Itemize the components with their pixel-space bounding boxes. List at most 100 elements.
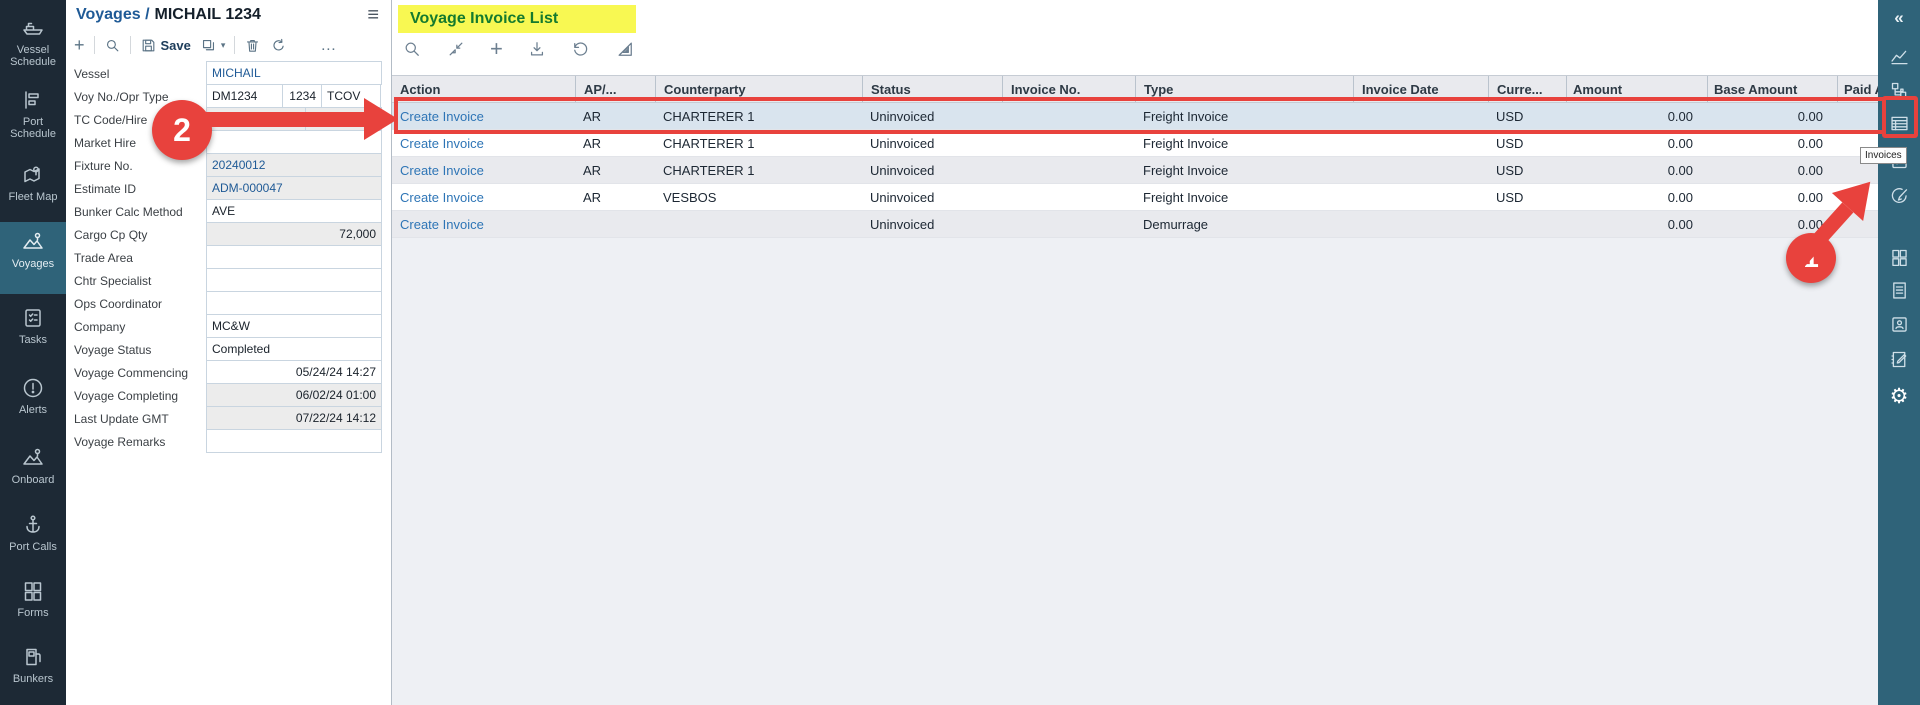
app-window: Vessel Schedule Port Schedule Fleet Map …	[0, 0, 1920, 705]
invoice-row-2[interactable]: Create Invoice AR CHARTERER 1 Uninvoiced…	[392, 130, 1878, 157]
arrow-shaft	[196, 112, 364, 127]
undo-icon[interactable]	[571, 39, 591, 59]
sidebar-item-port-calls[interactable]: Port Calls	[0, 505, 66, 553]
field-label: Last Update GMT	[66, 407, 206, 430]
trade-area-field[interactable]	[206, 245, 382, 269]
cell-amount: 0.00	[1566, 157, 1707, 183]
sidebar-item-tasks[interactable]: Tasks	[0, 298, 66, 346]
last-update-field[interactable]: 07/22/24 14:12	[206, 406, 382, 430]
cell-type: Freight Invoice	[1135, 157, 1353, 183]
fixture-no-field[interactable]: 20240012	[206, 153, 382, 177]
set-square-icon[interactable]	[615, 39, 635, 59]
chart-icon	[1889, 47, 1910, 68]
schedule-chart-button[interactable]	[1878, 47, 1920, 68]
cell-currency	[1488, 211, 1566, 237]
field-label: Voyage Completing	[66, 384, 206, 407]
field-label: Cargo Cp Qty	[66, 223, 206, 246]
cell-base-amount: 0.00	[1707, 184, 1837, 210]
cell-counterparty: VESBOS	[655, 184, 862, 210]
sidebar-item-label: Tasks	[19, 334, 47, 346]
cell-invoice-date	[1353, 157, 1488, 183]
vessel-field[interactable]: MICHAIL	[206, 61, 382, 85]
invoice-row-5[interactable]: Create Invoice Uninvoiced Demurrage 0.00…	[392, 211, 1878, 238]
refresh-icon[interactable]	[270, 37, 287, 54]
pen-circle-icon	[1889, 185, 1910, 206]
save-button[interactable]: Save	[140, 37, 191, 54]
forms-icon	[21, 579, 45, 603]
forms-button[interactable]	[1878, 247, 1920, 268]
save-disk-icon	[140, 37, 157, 54]
sidebar-item-label: Voyages	[12, 258, 54, 270]
more-options-button[interactable]: …	[320, 37, 337, 54]
voyage-completing-field[interactable]: 06/02/24 01:00	[206, 383, 382, 407]
form-row-bunker-calc: Bunker Calc Method AVE	[66, 200, 392, 223]
sidebar-item-voyages[interactable]: Voyages	[0, 222, 66, 294]
copy-dropdown-button[interactable]: ▾	[200, 37, 226, 54]
toolbar-separator	[234, 36, 235, 54]
field-label: Voyage Commencing	[66, 361, 206, 384]
sidebar-item-bunkers[interactable]: Bunkers	[0, 637, 66, 685]
gantt-icon	[21, 88, 45, 112]
chtr-specialist-field[interactable]	[206, 268, 382, 292]
notebook-pen-icon	[1889, 349, 1910, 370]
documents-button[interactable]	[1878, 280, 1920, 301]
alert-icon	[21, 376, 45, 400]
sidebar-item-label: Forms	[17, 607, 48, 619]
sidebar-item-alerts[interactable]: Alerts	[0, 368, 66, 416]
invoice-row-3[interactable]: Create Invoice AR CHARTERER 1 Uninvoiced…	[392, 157, 1878, 184]
create-invoice-link[interactable]: Create Invoice	[392, 157, 575, 183]
ops-coordinator-field[interactable]	[206, 291, 382, 315]
search-icon[interactable]	[402, 39, 422, 59]
voyage-remarks-field[interactable]	[206, 429, 382, 453]
sidebar-item-label: Fleet Map	[9, 191, 58, 203]
cell-ap	[575, 211, 655, 237]
bunker-calc-field[interactable]: AVE	[206, 199, 382, 223]
add-button[interactable]: +	[74, 37, 85, 54]
voyage-commencing-field[interactable]: 05/24/24 14:27	[206, 360, 382, 384]
cargo-qty-field[interactable]: 72,000	[206, 222, 382, 246]
voyage-status-field[interactable]: Completed	[206, 337, 382, 361]
cell-type: Demurrage	[1135, 211, 1353, 237]
settings-button[interactable]: ⚙	[1878, 384, 1920, 409]
notebook-button[interactable]	[1878, 349, 1920, 370]
voyage-route-icon	[21, 230, 45, 254]
cell-counterparty: CHARTERER 1	[655, 157, 862, 183]
sidebar-item-vessel-schedule[interactable]: Vessel Schedule	[0, 8, 66, 68]
page-title: MICHAIL 1234	[155, 6, 261, 23]
menu-icon[interactable]: ≡	[367, 4, 379, 27]
annotation-icon-highlight-box	[1882, 96, 1918, 138]
delete-icon[interactable]	[244, 37, 261, 54]
ship-icon	[21, 16, 45, 40]
add-row-button[interactable]: +	[490, 39, 503, 59]
collapse-icon[interactable]	[446, 39, 466, 59]
download-icon[interactable]	[527, 39, 547, 59]
field-label: Bunker Calc Method	[66, 200, 206, 223]
breadcrumb-voyages-link[interactable]: Voyages /	[76, 6, 150, 23]
field-label: Voyage Status	[66, 338, 206, 361]
panel-title-highlighted: Voyage Invoice List	[398, 5, 636, 33]
search-icon[interactable]	[104, 37, 121, 54]
create-invoice-link[interactable]: Create Invoice	[392, 211, 575, 237]
company-field[interactable]: MC&W	[206, 314, 382, 338]
collapse-sidebar-button[interactable]: «	[1878, 8, 1920, 28]
toolbar-separator	[130, 36, 131, 54]
map-pin-icon	[21, 163, 45, 187]
create-invoice-link[interactable]: Create Invoice	[392, 184, 575, 210]
field-label: Trade Area	[66, 246, 206, 269]
cell-counterparty	[655, 211, 862, 237]
sidebar-item-fleet-map[interactable]: Fleet Map	[0, 155, 66, 203]
sidebar-item-port-schedule[interactable]: Port Schedule	[0, 80, 66, 140]
form-row-cargo-qty: Cargo Cp Qty 72,000	[66, 223, 392, 246]
form-row-company: Company MC&W	[66, 315, 392, 338]
sidebar-item-forms[interactable]: Forms	[0, 571, 66, 619]
field-label: Ops Coordinator	[66, 292, 206, 315]
table-empty-area	[392, 238, 1878, 705]
cell-currency: USD	[1488, 184, 1566, 210]
estimate-id-field[interactable]: ADM-000047	[206, 176, 382, 200]
annotation-arrow-2	[196, 98, 398, 140]
cell-status: Uninvoiced	[862, 157, 1002, 183]
sidebar-item-onboard[interactable]: Onboard	[0, 438, 66, 486]
invoice-row-4[interactable]: Create Invoice AR VESBOS Uninvoiced Frei…	[392, 184, 1878, 211]
cell-amount: 0.00	[1566, 184, 1707, 210]
contacts-button[interactable]	[1878, 314, 1920, 335]
